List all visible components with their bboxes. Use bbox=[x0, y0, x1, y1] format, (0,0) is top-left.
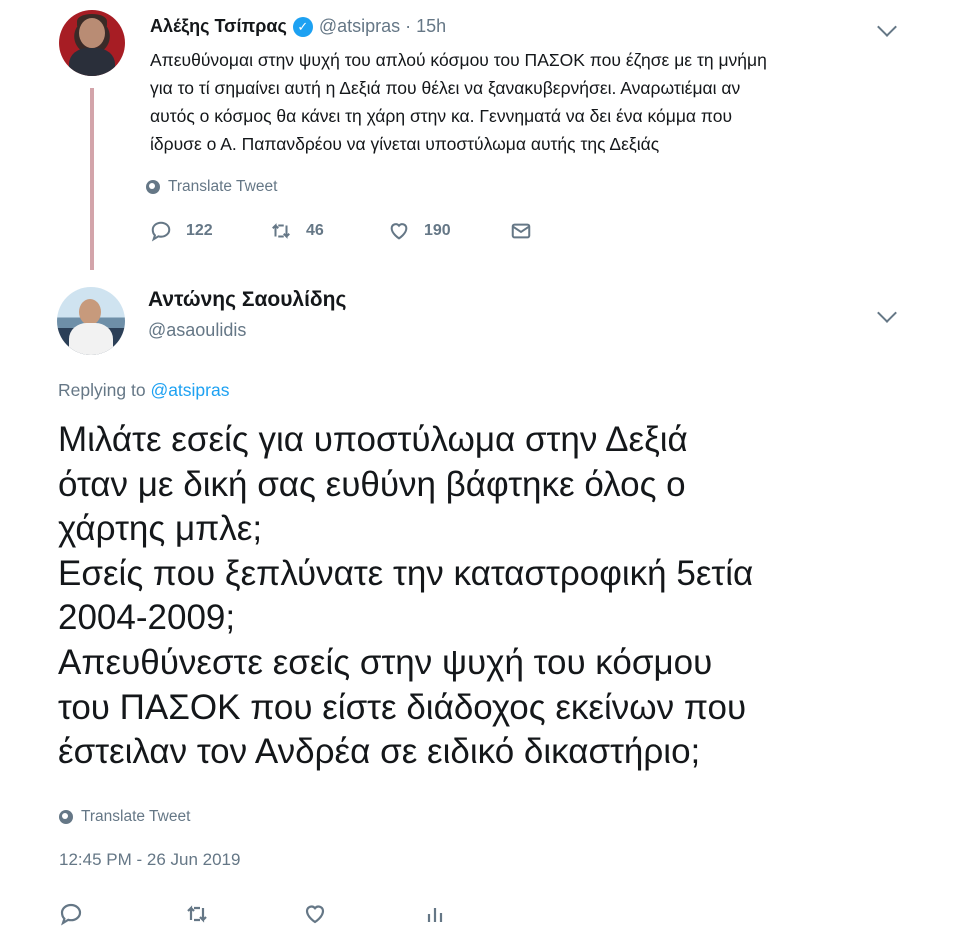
reply-tweet-line: Μιλάτε εσείς για υποστύλωμα στην Δεξιά bbox=[58, 420, 688, 459]
retweet-icon[interactable] bbox=[185, 902, 209, 926]
parent-tweet-line: Απευθύνομαι στην ψυχή του απλού κόσμου τ… bbox=[150, 50, 767, 70]
translate-label: Translate Tweet bbox=[81, 808, 191, 825]
avatar-shirt bbox=[69, 323, 113, 355]
reply-author-name[interactable]: Αντώνης Σαουλίδης bbox=[148, 288, 346, 312]
reply-tweet-line: του ΠΑΣΟΚ που είστε διάδοχος εκείνων που bbox=[58, 687, 747, 727]
translate-label: Translate Tweet bbox=[168, 178, 278, 195]
retweet-button[interactable]: 46 bbox=[270, 220, 324, 242]
analytics-icon[interactable] bbox=[423, 902, 447, 926]
parent-tweet-line: ίδρυσε ο Α. Παπανδρέου να γίνεται υποστύ… bbox=[150, 134, 660, 154]
retweet-icon bbox=[272, 223, 290, 239]
reply-icon bbox=[151, 221, 171, 242]
translate-tweet-button[interactable]: Translate Tweet bbox=[146, 178, 277, 196]
globe-icon bbox=[59, 810, 73, 824]
replying-prefix: Replying to bbox=[58, 380, 146, 400]
reply-author-handle[interactable]: @asaoulidis bbox=[148, 320, 246, 341]
avatar-asaoulidis[interactable] bbox=[57, 287, 125, 355]
reply-tweet-line: Απευθύνεστε εσείς στην ψυχή του κόσμου bbox=[58, 642, 713, 682]
reply-tweet-line: όταν με δική σας ευθύνη βάφτηκε όλος ο bbox=[58, 464, 686, 504]
parent-tweet-time[interactable]: 15h bbox=[416, 16, 446, 37]
reply-count: 122 bbox=[186, 222, 213, 239]
like-button[interactable]: 190 bbox=[388, 220, 451, 242]
reply-tweet-text: Μιλάτε εσείς για υποστύλωμα στην Δεξιά ό… bbox=[58, 418, 938, 775]
chevron-down-icon[interactable] bbox=[877, 303, 897, 323]
header-separator: · bbox=[405, 16, 412, 36]
parent-tweet-line: για το τί σημαίνει αυτή η Δεξιά που θέλε… bbox=[150, 78, 741, 98]
thread-connector-line bbox=[90, 88, 94, 270]
reply-tweet-actions bbox=[59, 902, 479, 928]
parent-tweet-text: Απευθύνομαι στην ψυχή του απλού κόσμου τ… bbox=[150, 46, 910, 158]
envelope-icon bbox=[511, 223, 531, 239]
reply-tweet-line: χάρτης μπλε; bbox=[58, 509, 263, 549]
heart-icon[interactable] bbox=[303, 902, 327, 926]
avatar-atsipras[interactable] bbox=[59, 10, 125, 76]
replying-to: Replying to @atsipras bbox=[58, 380, 229, 401]
chevron-down-icon[interactable] bbox=[877, 17, 897, 37]
verified-badge-icon: ✓ bbox=[292, 16, 313, 37]
avatar-face bbox=[79, 299, 101, 325]
retweet-count: 46 bbox=[306, 222, 324, 239]
like-count: 190 bbox=[424, 222, 451, 239]
reply-icon[interactable] bbox=[59, 902, 83, 926]
parent-author-handle[interactable]: @atsipras bbox=[319, 16, 400, 37]
replying-mention-link[interactable]: @atsipras bbox=[150, 380, 229, 400]
parent-tweet-line: αυτός ο κόσμος θα κάνει τη χάρη στην κα.… bbox=[150, 106, 733, 126]
translate-tweet-button[interactable]: Translate Tweet bbox=[59, 808, 190, 826]
parent-tweet-header: Αλέξης Τσίπρας ✓ @atsipras · 15h bbox=[150, 16, 446, 37]
reply-tweet-line: Εσείς που ξεπλύνατε την καταστροφική 5ετ… bbox=[58, 553, 754, 593]
reply-tweet-line: 2004-2009; bbox=[58, 598, 236, 638]
parent-author-name[interactable]: Αλέξης Τσίπρας bbox=[150, 16, 287, 37]
reply-button[interactable]: 122 bbox=[150, 220, 213, 242]
reply-timestamp[interactable]: 12:45 PM - 26 Jun 2019 bbox=[59, 850, 240, 870]
globe-icon bbox=[146, 180, 160, 194]
dm-button[interactable] bbox=[510, 220, 546, 242]
reply-tweet-line: έστειλαν τον Ανδρέα σε ειδικό δικαστήριο… bbox=[58, 732, 701, 772]
avatar-face bbox=[79, 18, 105, 48]
heart-icon bbox=[390, 223, 408, 240]
avatar-suit bbox=[69, 48, 115, 76]
